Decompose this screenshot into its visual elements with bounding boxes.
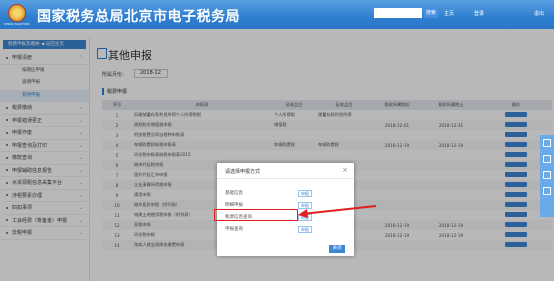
annotation-arrow: [298, 205, 377, 218]
phone-icon[interactable]: [543, 139, 551, 147]
chat-icon[interactable]: [543, 155, 551, 163]
floating-toolbar: [540, 135, 554, 217]
back-to-top-icon[interactable]: [543, 187, 551, 195]
qrcode-icon[interactable]: [543, 171, 551, 179]
